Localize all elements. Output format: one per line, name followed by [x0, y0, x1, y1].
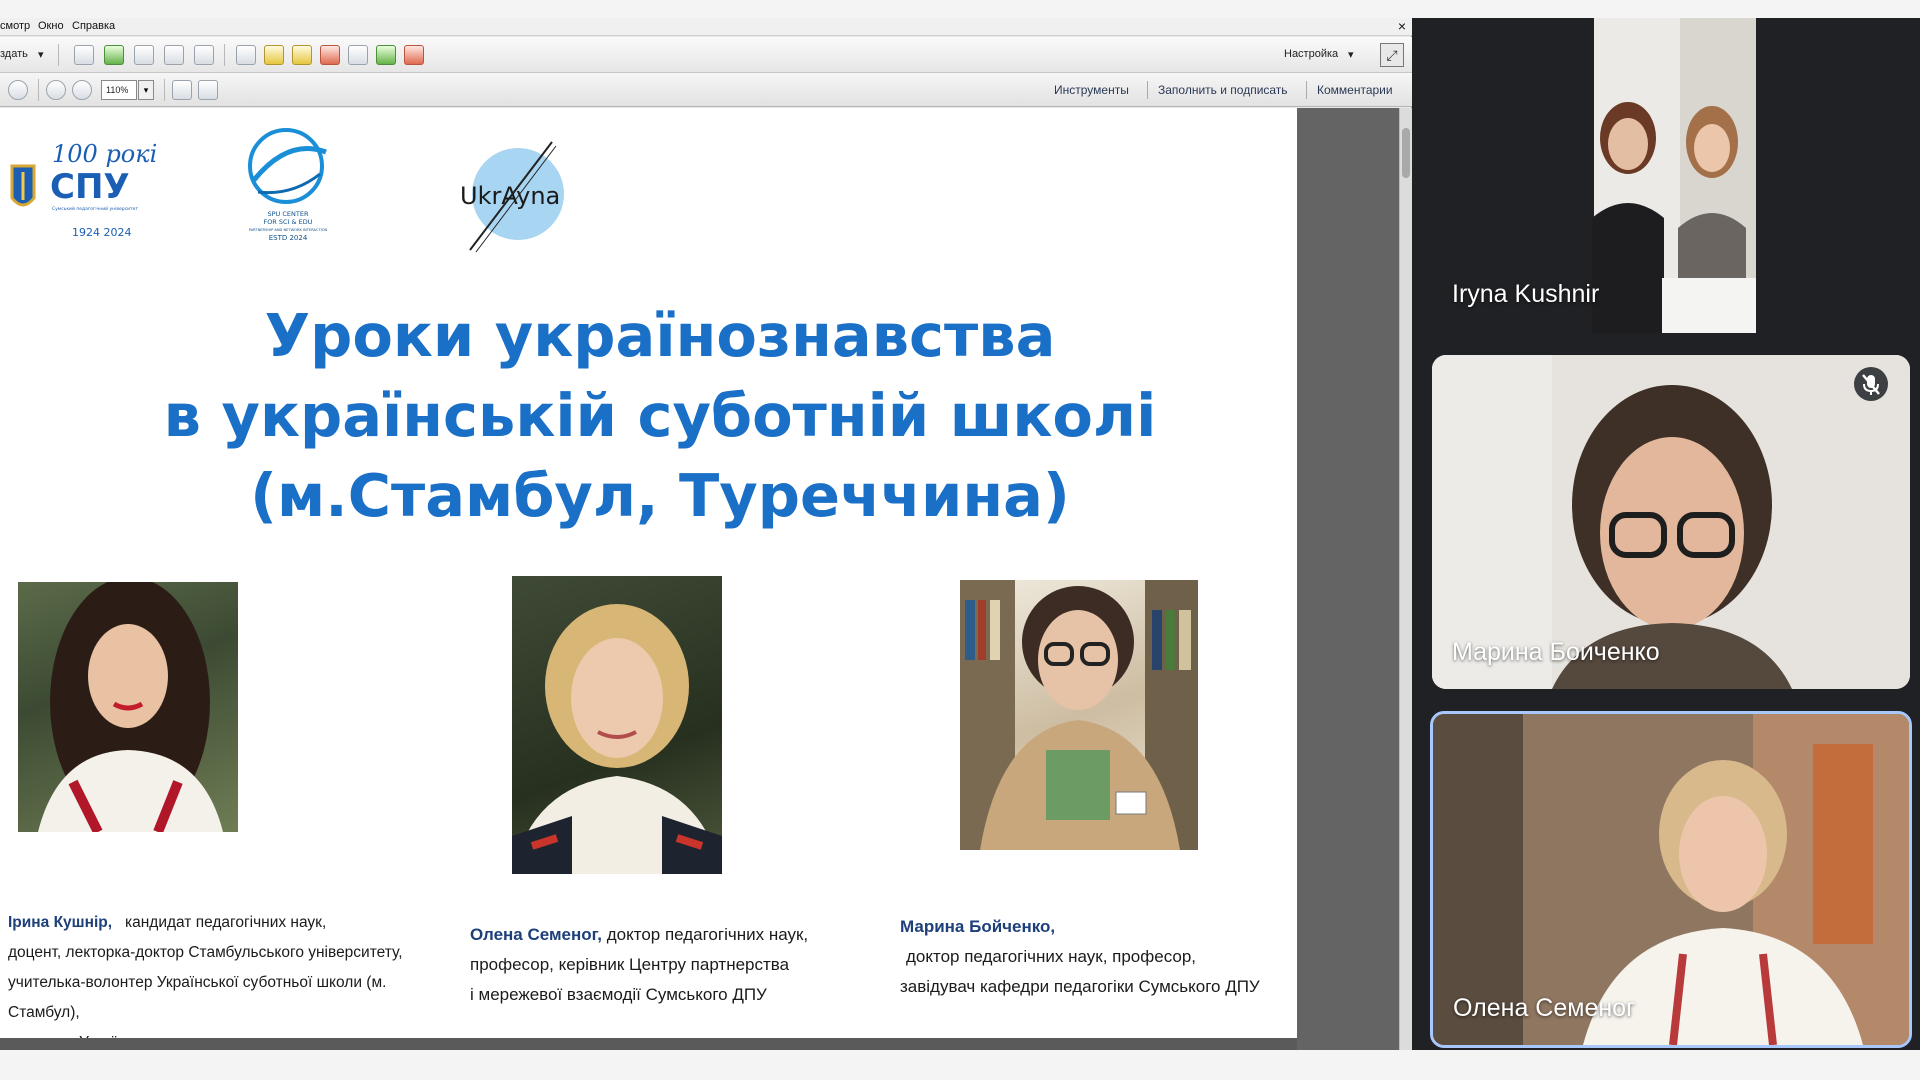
- document-icon[interactable]: [348, 45, 368, 65]
- participant-name: Iryna Kushnir: [1452, 280, 1600, 308]
- photo-maryna-boichenko: [960, 580, 1198, 850]
- caption-maryna-boichenko: Марина Бойченко, доктор педагогічних нау…: [900, 912, 1290, 1002]
- participant-name: Олена Семеног: [1453, 994, 1636, 1022]
- hand-tool-icon[interactable]: [8, 80, 28, 100]
- toolbar-divider: [1147, 81, 1148, 99]
- caption-name: Ірина Кушнір,: [8, 914, 113, 931]
- caption-olena-semenog: Олена Семеног, доктор педагогічних наук,…: [470, 920, 840, 1010]
- toolbar-divider: [38, 79, 39, 101]
- fit-width-icon[interactable]: [198, 80, 218, 100]
- settings-gear-icon[interactable]: [236, 45, 256, 65]
- slide-title-line: в українській суботній школі: [163, 381, 1157, 450]
- caption-line: завідувач кафедри педагогіки Сумського Д…: [900, 977, 1260, 996]
- page-gutter: [1297, 108, 1399, 1050]
- upload-icon[interactable]: [104, 45, 124, 65]
- center-logo-line4: ESTD 2024: [269, 234, 308, 242]
- expand-icon[interactable]: ⤢: [1380, 43, 1404, 67]
- toolbar-divider: [224, 44, 225, 66]
- email-icon[interactable]: [194, 45, 214, 65]
- zoom-out-icon[interactable]: [46, 80, 66, 100]
- caption-line: доктор педагогічних наук, професор,: [906, 947, 1197, 966]
- caption-line: професор, керівник Центру партнерства: [470, 955, 790, 974]
- menu-item-window[interactable]: Окно: [38, 20, 64, 32]
- bottom-margin: [0, 1050, 1920, 1080]
- spu-logo-dates: 1924 2024: [72, 226, 132, 239]
- edit-icon[interactable]: [164, 45, 184, 65]
- spu-logo-tagline: Сумський педагогічний університет: [52, 205, 138, 212]
- center-logo-line2: FOR SCI & EDU: [263, 218, 312, 226]
- pdf-viewer-window: смотр Окно Справка × здать ▾ Настройка ▾…: [0, 18, 1412, 1080]
- save-icon[interactable]: [74, 45, 94, 65]
- settings-button[interactable]: Настройка: [1284, 48, 1338, 60]
- chevron-down-icon[interactable]: ▾: [1348, 48, 1354, 61]
- caption-name: Марина Бойченко,: [900, 917, 1056, 936]
- participant-tile[interactable]: Марина Боиченко: [1432, 355, 1910, 689]
- tab-tools[interactable]: Инструменты: [1054, 83, 1129, 97]
- spu-logo-name: СПУ: [50, 167, 130, 207]
- slide-title-line: Уроки українознавства: [264, 301, 1056, 370]
- toolbar-divider: [1306, 81, 1307, 99]
- toolbar-divider: [58, 44, 59, 66]
- caption-line: учителька-волонтер Української суботньої…: [8, 974, 387, 1021]
- tab-comments[interactable]: Комментарии: [1317, 83, 1393, 97]
- ukrayna-logo-text: UkrAyna: [460, 182, 560, 210]
- ukrayna-logo: UkrAyna: [460, 141, 564, 253]
- pdf-page: 100 років СПУ Сумський педагогічний унів…: [0, 108, 1297, 1038]
- caption-line: членкиня Українського товариства взаємод…: [8, 1028, 428, 1038]
- center-logo-line3: PARTNERSHIP AND NETWORK INTERACTION: [249, 228, 328, 232]
- main-toolbar: здать ▾ Настройка ▾ ⤢: [0, 37, 1412, 73]
- scrollbar-thumb[interactable]: [1402, 128, 1410, 178]
- video-call-panel: Iryna Kushnir Марина Боиченко Олена Семе…: [1412, 18, 1920, 1050]
- spu-center-logo: SPU CENTER FOR SCI & EDU PARTNERSHIP AND…: [248, 128, 328, 242]
- participant-tile-active[interactable]: Олена Семеног: [1430, 711, 1912, 1048]
- slide-title: Уроки українознавства в українській субо…: [100, 296, 1220, 536]
- toolbar-divider: [164, 79, 165, 101]
- chevron-down-icon[interactable]: ▾: [138, 80, 154, 100]
- sign-icon[interactable]: [404, 45, 424, 65]
- center-logo-line1: SPU CENTER: [268, 210, 309, 218]
- tab-fill-and-sign[interactable]: Заполнить и подписать: [1158, 83, 1288, 97]
- spu-logo-years: 100 років: [52, 140, 158, 168]
- pdf-export-icon[interactable]: [320, 45, 340, 65]
- screen: смотр Окно Справка × здать ▾ Настройка ▾…: [0, 0, 1920, 1080]
- fit-page-icon[interactable]: [172, 80, 192, 100]
- caption-line: доктор педагогічних наук,: [606, 925, 809, 944]
- document-area[interactable]: 100 років СПУ Сумський педагогічний унів…: [0, 108, 1412, 1080]
- convert-icon[interactable]: [376, 45, 396, 65]
- highlight-icon[interactable]: [292, 45, 312, 65]
- comment-icon[interactable]: [264, 45, 284, 65]
- caption-line: кандидат педагогічних наук,: [124, 914, 327, 931]
- mic-off-icon: [1854, 367, 1888, 401]
- caption-iryna-kushnir: Ірина Кушнір, кандидат педагогічних наук…: [8, 908, 428, 1038]
- caption-name: Олена Семеног,: [470, 925, 602, 944]
- zoom-level-input[interactable]: 110%: [101, 80, 137, 100]
- menu-item-view[interactable]: смотр: [0, 20, 30, 32]
- photo-iryna-kushnir: [18, 582, 238, 832]
- close-icon[interactable]: ×: [1398, 18, 1406, 34]
- caption-line: і мережевої взаємодії Сумського ДПУ: [470, 985, 767, 1004]
- zoom-in-icon[interactable]: [72, 80, 92, 100]
- participant-tile[interactable]: Iryna Kushnir: [1432, 18, 1912, 333]
- caption-line: доцент, лекторка-доктор Стамбульського у…: [8, 944, 403, 961]
- menu-item-help[interactable]: Справка: [72, 20, 115, 32]
- vertical-scrollbar[interactable]: [1399, 108, 1412, 1050]
- create-button[interactable]: здать: [0, 48, 28, 60]
- slide-title-line: (м.Стамбул, Туреччина): [250, 461, 1070, 530]
- view-toolbar: 110% ▾ Инструменты Заполнить и подписать…: [0, 73, 1412, 107]
- participant-name: Марина Боиченко: [1452, 638, 1660, 666]
- chevron-down-icon[interactable]: ▾: [38, 48, 44, 61]
- menu-bar: смотр Окно Справка ×: [0, 18, 1412, 36]
- spu-logo: 100 років СПУ Сумський педагогічний унів…: [10, 140, 158, 239]
- photo-olena-semenog: [512, 576, 722, 874]
- print-icon[interactable]: [134, 45, 154, 65]
